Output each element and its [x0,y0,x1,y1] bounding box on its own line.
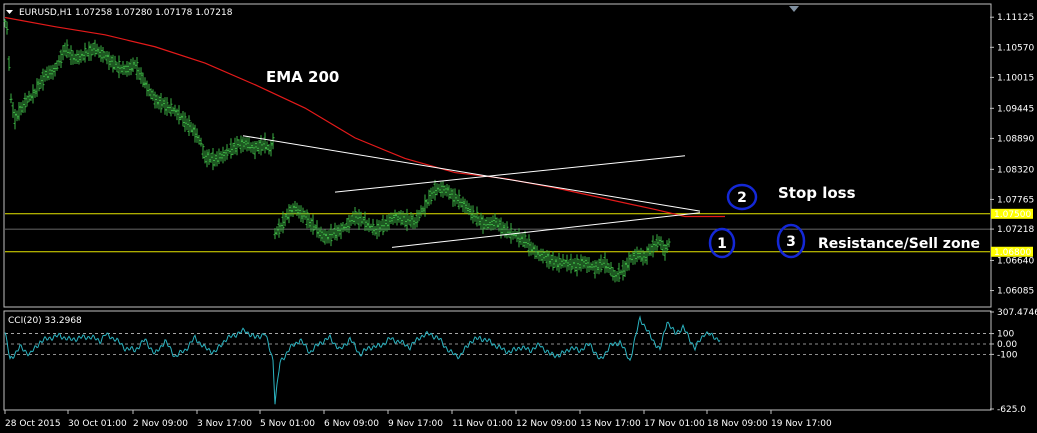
price-tick-label: 1.08890 [997,134,1034,144]
time-tick-label: 5 Nov 01:00 [260,419,315,429]
cci-tick-label: 0.00 [997,340,1017,350]
price-level-tag-label: 1.07500 [994,210,1031,220]
marker-number: 2 [737,190,747,206]
cci-axis: 307.4746 1000.00-100 -625.0 [990,308,1037,415]
price-tick-label: 1.07765 [997,195,1034,205]
time-tick-label: 9 Nov 17:00 [388,419,443,429]
time-tick-label: 12 Nov 09:00 [516,419,577,429]
time-tick-label: 30 Oct 01:00 [68,419,127,429]
price-tick-label: 1.08320 [997,165,1034,175]
price-tick-label: 1.10570 [997,43,1034,53]
price-tick-label: 1.06640 [997,256,1034,266]
marker-number: 3 [786,234,796,250]
trading-chart[interactable]: 1.11125 1.10570 1.10015 1.09445 1.08890 1.083… [0,0,1037,433]
annotation-label: Resistance/Sell zone [818,236,980,252]
cci-pane-frame [3,310,992,411]
marker-number: 1 [717,236,727,252]
chart-header: EURUSD,H1 1.07258 1.07280 1.07178 1.0721… [19,8,233,18]
cci-header: CCI(20) 33.2968 [8,316,82,326]
time-tick-label: 19 Nov 17:00 [771,419,832,429]
time-tick-label: 18 Nov 09:00 [707,419,768,429]
time-axis: 28 Oct 2015 30 Oct 01:00 2 Nov 09:00 3 Nov … [4,410,832,429]
cci-tick-label: 100 [997,330,1014,340]
main-pane-frame [3,3,992,308]
time-tick-label: 17 Nov 01:00 [644,419,705,429]
time-tick-label: 28 Oct 2015 [5,419,61,429]
cci-tick-label: -100 [997,350,1018,360]
cci-tick-label: 307.4746 [997,308,1037,318]
cci-tick-label: -625.0 [997,405,1026,415]
price-level-tag-label: 1.06800 [994,248,1031,258]
time-tick-label: 6 Nov 09:00 [324,419,379,429]
price-tick-label: 1.10015 [997,73,1034,83]
price-tick-label: 1.09445 [997,104,1034,114]
annotation-label: Stop loss [778,184,856,202]
price-tick-label: 1.06085 [997,287,1034,297]
price-tick-label: 1.11125 [997,13,1034,23]
time-tick-label: 3 Nov 17:00 [197,419,252,429]
time-tick-label: 2 Nov 09:00 [133,419,188,429]
time-tick-label: 13 Nov 17:00 [580,419,641,429]
time-tick-label: 11 Nov 01:00 [452,419,513,429]
price-tick-label: 1.07218 [997,225,1034,235]
annotation-label: EMA 200 [266,68,339,86]
